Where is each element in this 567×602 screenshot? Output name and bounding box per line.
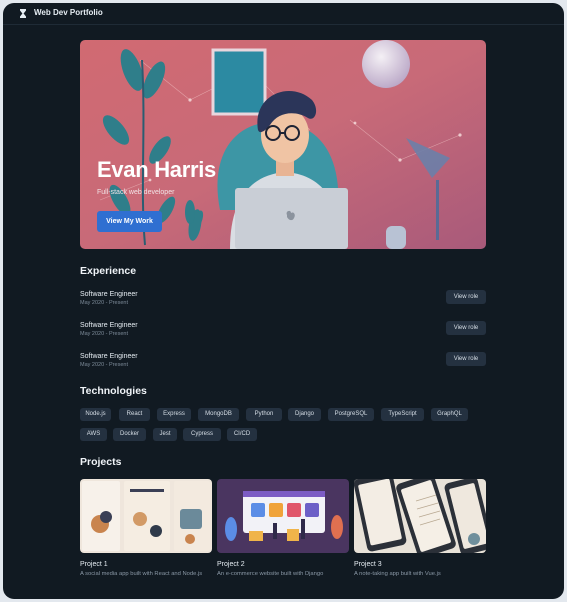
tech-tag[interactable]: Docker xyxy=(113,428,146,441)
project-description: An e-commerce website built with Django xyxy=(217,571,324,577)
view-role-button[interactable]: View role xyxy=(446,290,486,304)
project-title: Project 3 xyxy=(354,561,382,568)
tech-tag[interactable]: PostgreSQL xyxy=(328,408,374,421)
project-thumbnail[interactable] xyxy=(354,479,486,553)
project-description: A social media app built with React and … xyxy=(80,571,203,577)
tech-tag[interactable]: Node.js xyxy=(80,408,111,421)
title-bar: Web Dev Portfolio xyxy=(3,3,564,25)
experience-item: Software Engineer May 2020 - Present Vie… xyxy=(80,290,486,310)
tech-tag[interactable]: Express xyxy=(157,408,191,421)
experience-role: Software Engineer xyxy=(80,291,138,298)
tech-tag[interactable]: React xyxy=(119,408,150,421)
experience-date: May 2020 - Present xyxy=(80,331,128,337)
technologies-heading: Technologies xyxy=(80,385,147,397)
experience-heading: Experience xyxy=(80,265,137,277)
tech-tag[interactable]: Python xyxy=(246,408,282,421)
view-my-work-button[interactable]: View My Work xyxy=(97,211,162,232)
tech-tag[interactable]: GraphQL xyxy=(431,408,468,421)
experience-item: Software Engineer May 2020 - Present Vie… xyxy=(80,321,486,341)
tech-tag[interactable]: CI/CD xyxy=(227,428,257,441)
project-thumbnail[interactable] xyxy=(80,479,212,553)
view-role-button[interactable]: View role xyxy=(446,321,486,335)
project-title: Project 1 xyxy=(80,561,108,568)
tech-tag[interactable]: MongoDB xyxy=(198,408,239,421)
project-title: Project 2 xyxy=(217,561,245,568)
experience-item: Software Engineer May 2020 - Present Vie… xyxy=(80,352,486,372)
hero-name: Evan Harris xyxy=(97,157,216,182)
projects-heading: Projects xyxy=(80,456,122,468)
app-window: Web Dev Portfolio Evan Harris Full-stack… xyxy=(3,3,564,599)
project-description: A note-taking app built with Vue.js xyxy=(354,571,441,577)
hourglass-icon xyxy=(20,9,26,18)
experience-date: May 2020 - Present xyxy=(80,300,128,306)
project-thumbnail[interactable] xyxy=(217,479,349,553)
experience-date: May 2020 - Present xyxy=(80,362,128,368)
tech-tag[interactable]: Jest xyxy=(153,428,177,441)
hero-banner: Evan Harris Full-stack web developer Vie… xyxy=(80,40,486,249)
tech-tag[interactable]: Django xyxy=(288,408,321,421)
experience-role: Software Engineer xyxy=(80,353,138,360)
app-title: Web Dev Portfolio xyxy=(34,8,103,17)
experience-role: Software Engineer xyxy=(80,322,138,329)
hero-subtitle: Full-stack web developer xyxy=(97,189,175,196)
tech-tag[interactable]: Cypress xyxy=(183,428,221,441)
tech-tag[interactable]: TypeScript xyxy=(381,408,424,421)
tech-tag[interactable]: AWS xyxy=(80,428,107,441)
view-role-button[interactable]: View role xyxy=(446,352,486,366)
